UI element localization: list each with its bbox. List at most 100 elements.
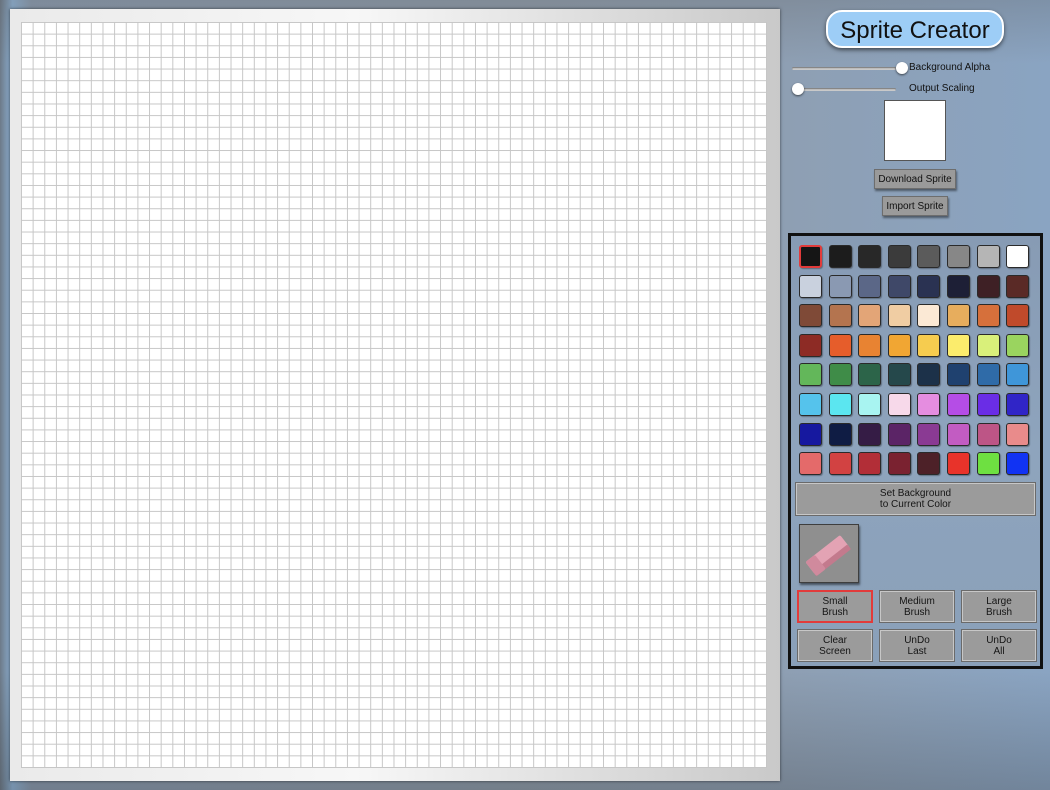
color-swatch[interactable] — [947, 393, 970, 416]
color-swatch[interactable] — [1006, 423, 1029, 446]
color-swatch[interactable] — [829, 452, 852, 475]
slider-track[interactable] — [792, 67, 896, 70]
color-swatch[interactable] — [829, 363, 852, 386]
color-swatch[interactable] — [1006, 304, 1029, 327]
color-swatch[interactable] — [917, 304, 940, 327]
color-swatch[interactable] — [858, 393, 881, 416]
eraser-button[interactable] — [799, 524, 859, 583]
action-label-line2: Last — [907, 645, 927, 657]
color-swatch[interactable] — [1006, 275, 1029, 298]
color-swatch[interactable] — [799, 275, 822, 298]
color-swatch[interactable] — [888, 304, 911, 327]
color-swatch[interactable] — [858, 334, 881, 357]
color-swatch[interactable] — [947, 452, 970, 475]
set-background-label-line1: Set Background — [879, 488, 952, 499]
color-swatch[interactable] — [1006, 245, 1029, 268]
color-swatch[interactable] — [858, 304, 881, 327]
color-swatch[interactable] — [799, 452, 822, 475]
color-swatch[interactable] — [917, 423, 940, 446]
color-swatch[interactable] — [888, 363, 911, 386]
action-label-line2: Screen — [819, 645, 851, 657]
color-swatch[interactable] — [977, 304, 1000, 327]
color-swatch[interactable] — [799, 423, 822, 446]
color-swatch[interactable] — [947, 245, 970, 268]
brush-label-line1: Large — [986, 595, 1012, 607]
color-swatch[interactable] — [888, 275, 911, 298]
color-swatch[interactable] — [917, 393, 940, 416]
color-swatch[interactable] — [799, 393, 822, 416]
color-swatch[interactable] — [977, 452, 1000, 475]
action-label-line1: Clear — [823, 634, 847, 646]
color-swatch[interactable] — [977, 275, 1000, 298]
color-swatch[interactable] — [829, 245, 852, 268]
output-scaling-slider[interactable]: Output Scaling — [792, 82, 1042, 96]
color-swatch[interactable] — [947, 334, 970, 357]
color-swatch[interactable] — [1006, 452, 1029, 475]
palette-panel: Set Background to Current Color Small Br… — [788, 233, 1043, 669]
color-swatch[interactable] — [829, 275, 852, 298]
color-swatch[interactable] — [829, 423, 852, 446]
color-swatch[interactable] — [947, 363, 970, 386]
color-swatch[interactable] — [917, 363, 940, 386]
undo-all-button[interactable]: UnDo All — [962, 630, 1036, 661]
color-swatch[interactable] — [1006, 363, 1029, 386]
color-swatch[interactable] — [888, 393, 911, 416]
brush-label-line2: Brush — [985, 606, 1013, 618]
color-swatch[interactable] — [858, 245, 881, 268]
color-swatch[interactable] — [858, 275, 881, 298]
color-swatch[interactable] — [977, 334, 1000, 357]
action-label-line1: UnDo — [986, 634, 1012, 646]
import-sprite-button[interactable]: Import Sprite — [882, 196, 948, 216]
set-background-button[interactable]: Set Background to Current Color — [796, 483, 1035, 515]
color-swatch[interactable] — [888, 452, 911, 475]
pixel-grid-canvas[interactable] — [21, 22, 767, 768]
color-swatch[interactable] — [947, 275, 970, 298]
large-brush-button[interactable]: Large Brush — [962, 591, 1036, 622]
eraser-icon — [806, 535, 851, 576]
slider-track[interactable] — [792, 88, 896, 91]
slider-label: Background Alpha — [909, 62, 991, 73]
color-swatch[interactable] — [917, 334, 940, 357]
color-swatch[interactable] — [977, 363, 1000, 386]
color-swatch[interactable] — [977, 393, 1000, 416]
medium-brush-button[interactable]: Medium Brush — [880, 591, 954, 622]
slider-thumb[interactable] — [896, 62, 908, 74]
color-swatch[interactable] — [799, 304, 822, 327]
color-swatch[interactable] — [1006, 334, 1029, 357]
app-title: Sprite Creator — [826, 10, 1004, 48]
brush-label-line1: Medium — [899, 595, 935, 607]
color-swatch[interactable] — [947, 304, 970, 327]
color-swatch[interactable] — [977, 245, 1000, 268]
color-swatch[interactable] — [799, 363, 822, 386]
action-label-line2: All — [993, 645, 1005, 657]
small-brush-button[interactable]: Small Brush — [797, 590, 873, 623]
color-swatch[interactable] — [829, 334, 852, 357]
brush-label-line2: Brush — [821, 606, 849, 618]
clear-screen-button[interactable]: Clear Screen — [798, 630, 872, 661]
color-swatch[interactable] — [799, 245, 822, 268]
brush-label-line1: Small — [822, 595, 848, 607]
color-swatch[interactable] — [799, 334, 822, 357]
color-swatch[interactable] — [917, 245, 940, 268]
color-swatch[interactable] — [858, 452, 881, 475]
canvas-frame — [10, 9, 780, 781]
download-sprite-button[interactable]: Download Sprite — [874, 169, 956, 189]
color-swatch[interactable] — [947, 423, 970, 446]
color-swatch[interactable] — [829, 393, 852, 416]
color-swatch[interactable] — [977, 423, 1000, 446]
slider-label: Output Scaling — [909, 83, 975, 94]
color-swatch[interactable] — [858, 423, 881, 446]
background-alpha-slider[interactable]: Background Alpha — [792, 61, 1042, 75]
slider-thumb[interactable] — [792, 83, 804, 95]
color-swatch[interactable] — [1006, 393, 1029, 416]
brush-label-line2: Brush — [903, 606, 931, 618]
sprite-preview — [884, 100, 946, 161]
color-swatch[interactable] — [888, 334, 911, 357]
color-swatch[interactable] — [888, 245, 911, 268]
color-swatch[interactable] — [829, 304, 852, 327]
undo-last-button[interactable]: UnDo Last — [880, 630, 954, 661]
color-swatch[interactable] — [917, 275, 940, 298]
color-swatch[interactable] — [858, 363, 881, 386]
color-swatch[interactable] — [917, 452, 940, 475]
color-swatch[interactable] — [888, 423, 911, 446]
